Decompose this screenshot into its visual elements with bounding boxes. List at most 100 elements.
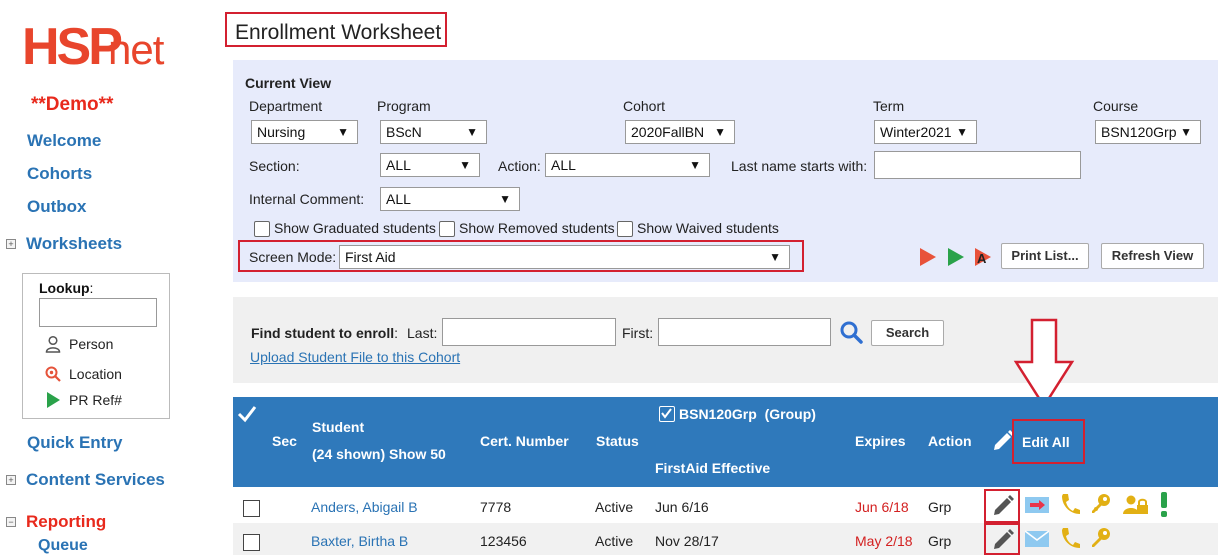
lookup-pr-ref[interactable]: PR Ref# xyxy=(43,390,122,410)
student-name-link[interactable]: Baxter, Birtha B xyxy=(311,533,408,549)
play-green-icon[interactable] xyxy=(947,247,965,267)
screen-mode-select[interactable]: First Aid ▼ xyxy=(339,245,790,269)
pencil-icon[interactable] xyxy=(992,430,1014,452)
person-icon xyxy=(43,334,63,354)
expires-value: Jun 6/18 xyxy=(855,499,909,515)
expires-value: May 2/18 xyxy=(855,533,913,549)
screen-mode-label: Screen Mode: xyxy=(249,249,337,265)
play-a-icon[interactable]: A xyxy=(974,247,992,267)
program-value: BScN xyxy=(386,124,422,140)
nav-welcome[interactable]: Welcome xyxy=(27,131,101,151)
lookup-input[interactable] xyxy=(39,298,157,327)
cohort-select[interactable]: 2020FallBN ▼ xyxy=(625,120,735,144)
edit-all-button[interactable]: Edit All xyxy=(1022,434,1070,450)
location-icon xyxy=(43,364,63,384)
header-cert-number[interactable]: Cert. Number xyxy=(480,433,569,449)
header-sec[interactable]: Sec xyxy=(272,433,297,449)
dropdown-arrow-icon: ▼ xyxy=(337,125,349,139)
section-select[interactable]: ALL ▼ xyxy=(380,153,480,177)
pencil-icon[interactable] xyxy=(992,529,1014,551)
action-label: Action: xyxy=(498,158,541,174)
mail-icon[interactable] xyxy=(1024,529,1050,549)
upload-student-file-link[interactable]: Upload Student File to this Cohort xyxy=(250,349,460,365)
phone-icon[interactable] xyxy=(1059,492,1081,516)
show-graduated-checkbox[interactable] xyxy=(254,221,270,237)
print-list-button[interactable]: Print List... xyxy=(1001,243,1089,269)
key-icon[interactable] xyxy=(1089,492,1113,516)
program-select[interactable]: BScN ▼ xyxy=(380,120,487,144)
course-select[interactable]: BSN120Grp ▼ xyxy=(1095,120,1201,144)
collapse-reporting-icon[interactable]: − xyxy=(6,517,16,527)
find-student-label: Find student to enroll: xyxy=(251,325,398,341)
mail-arrow-icon[interactable] xyxy=(1025,495,1049,515)
refresh-view-button[interactable]: Refresh View xyxy=(1101,243,1204,269)
nav-cohorts[interactable]: Cohorts xyxy=(27,164,92,184)
cohort-label: Cohort xyxy=(623,98,666,114)
header-status[interactable]: Status xyxy=(596,433,639,449)
term-select[interactable]: Winter2021 ▼ xyxy=(874,120,977,144)
show-removed-label: Show Removed students xyxy=(459,220,615,236)
row-checkbox[interactable] xyxy=(243,500,260,517)
play-orange-icon[interactable] xyxy=(919,247,937,267)
last-name-input[interactable] xyxy=(442,318,616,346)
dropdown-arrow-icon: ▼ xyxy=(769,250,781,264)
course-value: BSN120Grp xyxy=(1101,124,1177,140)
pencil-icon[interactable] xyxy=(992,495,1014,517)
row-checkbox[interactable] xyxy=(243,534,260,551)
demo-label: **Demo** xyxy=(31,94,114,115)
lookup-label: Lookup: xyxy=(39,280,94,296)
firstaid-effective-value: Jun 6/16 xyxy=(655,499,709,515)
section-value: ALL xyxy=(386,157,411,173)
select-all-checkmark-icon[interactable] xyxy=(237,405,257,423)
nav-content-services[interactable]: Content Services xyxy=(26,470,165,490)
header-shown-count[interactable]: (24 shown) Show 50 xyxy=(312,446,446,462)
dropdown-arrow-icon: ▼ xyxy=(499,192,511,206)
lookup-location[interactable]: Location xyxy=(43,364,122,384)
course-group-checkbox[interactable] xyxy=(659,406,675,422)
expand-worksheets-icon[interactable]: + xyxy=(6,239,16,249)
department-select[interactable]: Nursing ▼ xyxy=(251,120,358,144)
action-select[interactable]: ALL ▼ xyxy=(545,153,710,177)
expand-content-services-icon[interactable]: + xyxy=(6,475,16,485)
nav-worksheets[interactable]: Worksheets xyxy=(26,234,122,254)
last-label: Last: xyxy=(407,325,438,341)
lookup-person-label: Person xyxy=(69,336,114,352)
dropdown-arrow-icon: ▼ xyxy=(1180,125,1192,139)
search-button[interactable]: Search xyxy=(871,320,944,346)
show-removed-checkbox[interactable] xyxy=(439,221,455,237)
lookup-person[interactable]: Person xyxy=(43,334,113,354)
nav-queue[interactable]: Queue xyxy=(38,537,88,555)
cert-number: 7778 xyxy=(480,499,512,515)
key-icon[interactable] xyxy=(1089,526,1113,550)
lookup-pr-ref-label: PR Ref# xyxy=(69,392,122,408)
hspnet-logo[interactable]: HSP net xyxy=(22,21,182,73)
nav-outbox[interactable]: Outbox xyxy=(27,197,87,217)
department-value: Nursing xyxy=(257,124,306,140)
dropdown-arrow-icon: ▼ xyxy=(466,125,478,139)
header-action[interactable]: Action xyxy=(928,433,972,449)
table-row: Baxter, Birtha B 123456 Active Nov 28/17… xyxy=(233,523,1218,555)
internal-comment-value: ALL xyxy=(386,191,411,207)
header-firstaid-effective[interactable]: FirstAid Effective xyxy=(655,460,770,476)
nav-reporting[interactable]: Reporting xyxy=(26,512,106,532)
exclamation-icon[interactable] xyxy=(1159,492,1169,518)
first-name-input[interactable] xyxy=(658,318,831,346)
show-waived-checkbox[interactable] xyxy=(617,221,633,237)
search-icon[interactable] xyxy=(839,320,863,344)
lastname-starts-input[interactable] xyxy=(874,151,1081,179)
page-title-highlight: Enrollment Worksheet xyxy=(225,12,447,47)
term-label: Term xyxy=(873,98,905,114)
status-value: Active xyxy=(595,533,634,549)
phone-icon[interactable] xyxy=(1059,526,1081,550)
internal-comment-select[interactable]: ALL ▼ xyxy=(380,187,520,211)
student-name-link[interactable]: Anders, Abigail B xyxy=(311,499,418,515)
show-waived-label: Show Waived students xyxy=(637,220,779,236)
logo-net-text: net xyxy=(108,26,164,73)
term-value: Winter2021 xyxy=(880,124,952,140)
header-expires[interactable]: Expires xyxy=(855,433,906,449)
nav-quick-entry[interactable]: Quick Entry xyxy=(27,433,122,453)
lookup-panel: Lookup: Person Location PR Ref# xyxy=(22,273,170,419)
lock-user-icon[interactable] xyxy=(1123,494,1149,516)
header-student[interactable]: Student xyxy=(312,419,364,435)
dropdown-arrow-icon: ▼ xyxy=(689,158,701,172)
